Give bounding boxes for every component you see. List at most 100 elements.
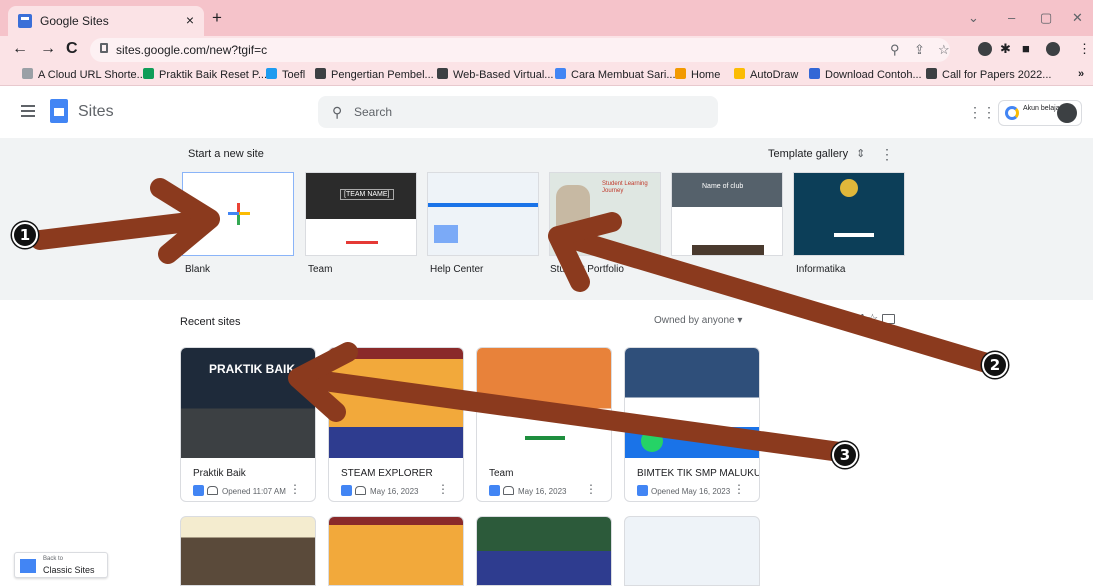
close-window-button[interactable]: ✕ [1072, 10, 1083, 26]
thumbnail-title: Name of club [702, 183, 744, 190]
lock-icon [100, 43, 108, 53]
bookmarks-overflow-button[interactable]: » [1078, 68, 1084, 80]
site-card[interactable] [624, 516, 760, 586]
search-input[interactable]: ⚲ Search [318, 96, 718, 128]
site-name: Praktik Baik [193, 468, 246, 479]
address-bar[interactable]: sites.google.com/new?tgif=c ⚲ ⇪ ☆ [90, 38, 950, 62]
thumbnail-photo [692, 245, 764, 255]
bookmark-item[interactable]: Web-Based Virtual... [437, 68, 553, 81]
more-options-icon[interactable]: ⋮ [733, 482, 745, 496]
extension-icon[interactable] [978, 42, 992, 56]
bookmarks-bar: A Cloud URL Shorte... Praktik Baik Reset… [0, 64, 1093, 86]
template-team[interactable]: [TEAM NAME] [305, 172, 417, 256]
maximize-button[interactable]: ▢ [1040, 10, 1052, 26]
sites-icon [637, 485, 648, 496]
template-label: Team [308, 264, 333, 275]
template-informatika[interactable] [793, 172, 905, 256]
bookmark-icon [22, 68, 33, 79]
site-card[interactable]: PRAKTIK BAIK Praktik Baik Opened 11:07 A… [180, 347, 316, 502]
site-meta: Opened May 16, 2023 [637, 485, 730, 496]
url-text: sites.google.com/new?tgif=c [116, 43, 268, 57]
site-card[interactable] [476, 516, 612, 586]
bookmark-item[interactable]: Cara Membuat Sari... [555, 68, 676, 81]
owner-filter-dropdown[interactable]: Owned by anyone ▾ [654, 315, 742, 326]
back-arrow-icon[interactable]: ← [12, 40, 28, 58]
zoom-icon[interactable]: ⚲ [890, 42, 900, 58]
more-options-icon[interactable]: ⋮ [585, 482, 597, 496]
side-panel-icon[interactable]: ■ [1022, 41, 1030, 56]
menu-kebab-icon[interactable]: ⋮ [1078, 41, 1091, 57]
shared-people-icon [355, 486, 366, 495]
document-icon [809, 68, 820, 79]
search-placeholder: Search [354, 105, 393, 119]
site-card[interactable]: Team May 16, 2023 ⋮ [476, 347, 612, 502]
bookmark-item[interactable]: Call for Papers 2022... [926, 68, 1051, 81]
bookmark-item[interactable]: Toefl [266, 68, 305, 81]
template-blank[interactable] [182, 172, 294, 256]
template-label: Student Portfolio [550, 264, 624, 275]
sort-icon[interactable]: A☆ [858, 311, 878, 327]
account-button[interactable]: Akun belajar.id [998, 100, 1082, 126]
annotation-marker-2: 2 [982, 352, 1008, 378]
pencil-icon [734, 68, 745, 79]
template-help-center[interactable] [427, 172, 539, 256]
site-card[interactable] [328, 516, 464, 586]
profile-avatar-icon[interactable] [1046, 42, 1060, 56]
folder-icon[interactable] [882, 314, 895, 324]
pkp-icon [926, 68, 937, 79]
main-menu-icon[interactable] [21, 105, 35, 117]
close-tab-icon[interactable]: × [186, 12, 194, 28]
site-name: Team [489, 468, 514, 479]
classic-line-1: Back to [43, 556, 64, 562]
thumbnail-card [434, 225, 458, 243]
share-icon[interactable]: ⇪ [914, 42, 925, 58]
annotation-marker-1: 1 [12, 222, 38, 248]
more-options-icon[interactable]: ⋮ [289, 482, 301, 496]
site-thumbnail [477, 348, 611, 458]
whatsapp-icon [641, 430, 663, 452]
more-options-icon[interactable]: ⋮ [880, 146, 894, 163]
template-gallery-button[interactable]: Template gallery ⇕ [768, 147, 865, 160]
site-name: STEAM EXPLORER [341, 468, 433, 479]
site-meta: May 16, 2023 [341, 485, 418, 496]
thumbnail-title: Student Learning Journey [602, 181, 648, 194]
shield-icon [555, 68, 566, 79]
minimize-button[interactable]: – [1008, 10, 1015, 25]
sites-icon [193, 485, 204, 496]
thumbnail-title: [TEAM NAME] [340, 189, 394, 200]
bookmark-star-icon[interactable]: ☆ [938, 42, 950, 58]
plus-icon-bar [228, 212, 250, 215]
thumbnail-bar [428, 203, 538, 207]
browser-toolbar: ← → C sites.google.com/new?tgif=c ⚲ ⇪ ☆ … [0, 36, 1093, 64]
back-to-classic-sites-button[interactable]: Back to Classic Sites [14, 552, 108, 578]
sites-icon [341, 485, 352, 496]
site-card[interactable] [180, 516, 316, 586]
site-thumbnail [625, 348, 759, 458]
template-label: Club [674, 264, 695, 275]
extensions-puzzle-icon[interactable]: ✱ [1000, 41, 1011, 57]
template-label: Help Center [430, 264, 484, 275]
template-club[interactable]: Name of club [671, 172, 783, 256]
bookmark-item[interactable]: Praktik Baik Reset P... [143, 68, 267, 81]
bookmark-item[interactable]: Pengertian Pembel... [315, 68, 434, 81]
twitter-bird-icon [266, 68, 277, 79]
section-heading: Start a new site [188, 148, 264, 160]
more-options-icon[interactable]: ⋮ [437, 482, 449, 496]
site-thumbnail [329, 348, 463, 458]
bookmark-item[interactable]: Download Contoh... [809, 68, 922, 81]
browser-tab[interactable]: Google Sites × [8, 6, 204, 36]
bookmark-item[interactable]: A Cloud URL Shorte... [22, 68, 146, 81]
new-tab-button[interactable]: + [212, 8, 222, 28]
thumbnail-title: PRAKTIK BAIK [209, 362, 295, 376]
template-student-portfolio[interactable]: Student Learning Journey [549, 172, 661, 256]
thumbnail-button [346, 241, 378, 244]
site-card[interactable]: BIMTEK TIK SMP MALUKU Opened May 16, 202… [624, 347, 760, 502]
bookmark-item[interactable]: AutoDraw [734, 68, 798, 81]
bookmark-item[interactable]: Home [675, 68, 720, 81]
site-card[interactable]: STEAM EXPLORER May 16, 2023 ⋮ [328, 347, 464, 502]
site-thumbnail: PRAKTIK BAIK [181, 348, 315, 458]
tab-search-icon[interactable]: ⌄ [968, 10, 979, 26]
forward-arrow-icon[interactable]: → [40, 40, 56, 58]
sites-header: Sites ⚲ Search ⋮⋮⋮ Akun belajar.id [0, 86, 1093, 138]
reload-icon[interactable]: C [66, 40, 78, 58]
